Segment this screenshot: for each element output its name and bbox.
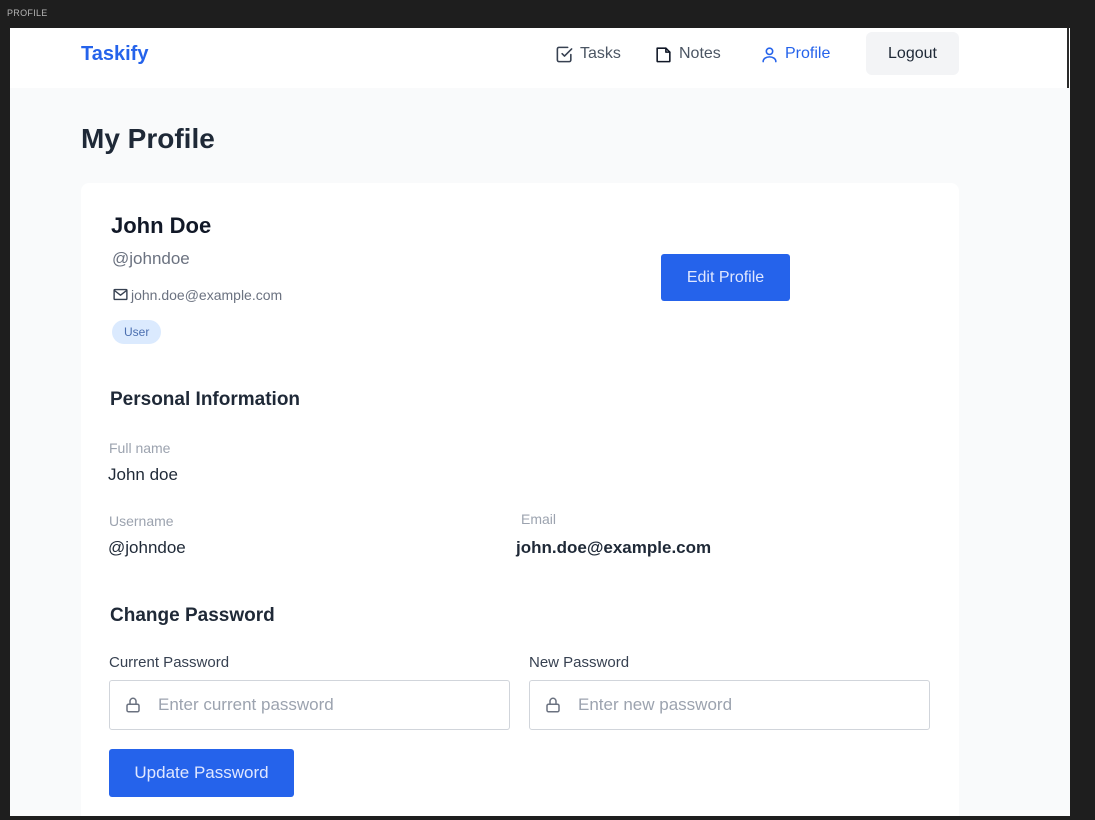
- new-password-input[interactable]: [578, 681, 918, 729]
- current-password-label: Current Password: [109, 654, 230, 671]
- nav-item-label: Notes: [679, 45, 721, 62]
- new-password-label: New Password: [529, 654, 630, 671]
- nav-item-label: Profile: [785, 45, 831, 62]
- nav-item-label: Tasks: [580, 45, 621, 62]
- new-password-field[interactable]: [529, 680, 930, 730]
- username-value: @johndoe: [108, 538, 186, 557]
- edit-profile-button[interactable]: Edit Profile: [661, 254, 790, 301]
- logout-button[interactable]: Logout: [866, 32, 959, 75]
- vertical-scrollbar[interactable]: [1067, 28, 1069, 88]
- nav-item-profile[interactable]: Profile: [760, 41, 830, 67]
- note-icon: [656, 46, 671, 62]
- email-label: Email: [521, 511, 557, 527]
- nav-item-notes[interactable]: Notes: [654, 41, 721, 67]
- top-navbar: Taskify Tasks Notes Profile Logout: [10, 28, 1070, 88]
- full-name-label: Full name: [109, 440, 171, 456]
- user-icon: [762, 46, 777, 62]
- personal-info-heading: Personal Information: [110, 389, 301, 410]
- current-password-field[interactable]: [109, 680, 510, 730]
- page-title: My Profile: [81, 123, 215, 154]
- profile-name: John Doe: [111, 213, 212, 238]
- full-name-value: John doe: [108, 465, 178, 484]
- check-square-icon: [556, 46, 573, 62]
- profile-card: John Doe @johndoe john.doe@example.com U…: [81, 183, 959, 816]
- mail-icon: [113, 288, 128, 301]
- update-password-button[interactable]: Update Password: [109, 749, 294, 797]
- profile-email-row: john.doe@example.com: [112, 286, 282, 303]
- lock-icon: [546, 697, 560, 713]
- brand-logo[interactable]: Taskify: [81, 43, 148, 66]
- profile-handle: @johndoe: [112, 249, 190, 268]
- role-badge: User: [112, 320, 162, 344]
- lock-icon: [126, 697, 140, 713]
- email-value: john.doe@example.com: [516, 538, 712, 557]
- profile-email: john.doe@example.com: [131, 286, 283, 303]
- app-viewport: Taskify Tasks Notes Profile Logout My Pr…: [10, 28, 1070, 816]
- change-password-heading: Change Password: [110, 605, 275, 626]
- current-password-input[interactable]: [158, 681, 498, 729]
- username-label: Username: [109, 513, 174, 529]
- nav-item-tasks[interactable]: Tasks: [555, 41, 621, 67]
- window-frame-label: PROFILE: [7, 8, 48, 18]
